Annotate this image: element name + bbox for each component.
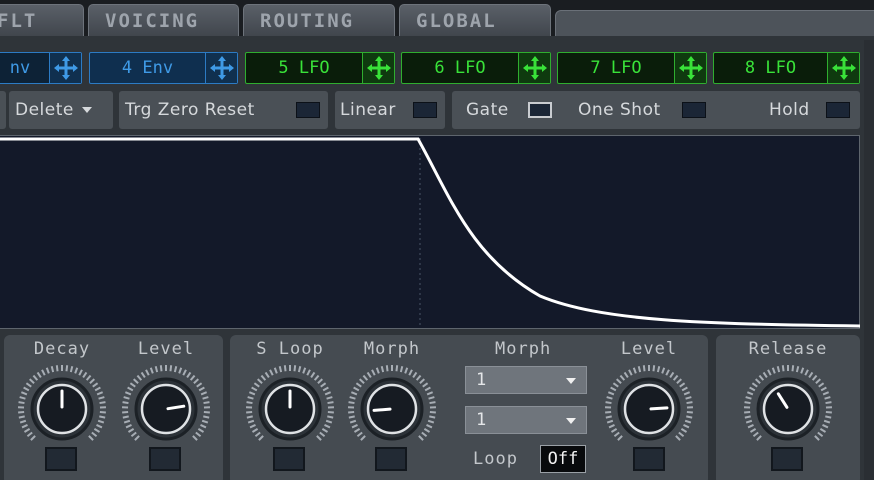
- mod-source-env-4[interactable]: 4 Env: [89, 52, 238, 84]
- release-mod-slot[interactable]: [771, 447, 803, 471]
- tab-strip: FLT VOICING ROUTING GLOBAL: [0, 0, 874, 40]
- tab-routing[interactable]: ROUTING: [243, 4, 395, 38]
- hold-checkbox[interactable]: [826, 102, 850, 118]
- knob-pointer: [649, 406, 669, 411]
- mod-source-label: 6 LFO: [434, 58, 486, 78]
- level-2-mod-slot[interactable]: [633, 447, 665, 471]
- tab-flt[interactable]: FLT: [0, 4, 84, 38]
- loop-label: Loop: [473, 449, 518, 469]
- linear-toggle[interactable]: Linear: [335, 91, 445, 129]
- envelope-curve: [0, 137, 861, 328]
- one-shot-checkbox[interactable]: [682, 102, 706, 118]
- level-mod-slot[interactable]: [149, 447, 181, 471]
- loop-toggle[interactable]: Off: [540, 445, 586, 473]
- drag-handle-icon[interactable]: [205, 53, 237, 83]
- drag-handle-icon[interactable]: [362, 53, 394, 83]
- chevron-down-icon: [566, 378, 576, 384]
- gate-checkbox[interactable]: [528, 102, 552, 118]
- level-knob[interactable]: [120, 363, 212, 455]
- morph-dropdown-1[interactable]: 1: [465, 366, 587, 394]
- linear-label: Linear: [340, 100, 396, 120]
- drag-handle-icon[interactable]: [827, 53, 859, 83]
- trg-zero-reset-toggle[interactable]: Trg Zero Reset: [119, 91, 328, 129]
- delete-label: Delete: [15, 100, 74, 120]
- morph-label: Morph: [363, 339, 421, 359]
- level-2-label: Level: [620, 339, 678, 359]
- trg-zero-reset-label: Trg Zero Reset: [125, 100, 255, 120]
- chevron-down-icon: [81, 107, 92, 113]
- drag-handle-icon[interactable]: [49, 53, 81, 83]
- envelope-line: [0, 137, 861, 328]
- s-loop-mod-slot[interactable]: [273, 447, 305, 471]
- mod-source-env-3[interactable]: nv: [0, 52, 82, 84]
- decay-section: Decay Level: [4, 335, 223, 480]
- release-label: Release: [748, 339, 828, 359]
- chevron-down-icon: [566, 418, 576, 424]
- mod-source-lfo-8[interactable]: 8 LFO: [713, 52, 860, 84]
- mod-source-lfo-5[interactable]: 5 LFO: [245, 52, 395, 84]
- mod-source-lfo-6[interactable]: 6 LFO: [401, 52, 551, 84]
- panel-edge: [864, 40, 874, 480]
- s-loop-label: S Loop: [256, 339, 324, 359]
- morph-knob[interactable]: [346, 363, 438, 455]
- decay-label: Decay: [33, 339, 91, 359]
- gate-label: Gate: [466, 100, 509, 120]
- s-loop-knob[interactable]: [244, 363, 336, 455]
- one-shot-label: One Shot: [578, 100, 661, 120]
- trigger-options: Gate One Shot Hold: [452, 91, 860, 129]
- mod-source-label: 5 LFO: [278, 58, 330, 78]
- level-2-knob[interactable]: [603, 363, 695, 455]
- mod-source-label: 8 LFO: [744, 58, 797, 78]
- mod-source-label: 4 Env: [121, 58, 174, 78]
- drag-handle-icon[interactable]: [518, 53, 550, 83]
- morph-select-label: Morph: [495, 339, 552, 359]
- delete-dropdown[interactable]: Delete: [9, 91, 113, 129]
- option-box-stub: [0, 91, 6, 129]
- level-label: Level: [137, 339, 195, 359]
- morph-mod-slot[interactable]: [375, 447, 407, 471]
- loop-value: Off: [547, 449, 579, 469]
- decay-mod-slot[interactable]: [45, 447, 77, 471]
- morph-dropdown-1-value: 1: [476, 370, 487, 390]
- envelope-graph[interactable]: [0, 135, 861, 329]
- morph-dropdown-2-value: 1: [476, 410, 487, 430]
- linear-checkbox[interactable]: [413, 102, 437, 118]
- tab-voicing[interactable]: VOICING: [88, 4, 239, 38]
- drag-handle-icon[interactable]: [674, 53, 706, 83]
- loop-section: S Loop Morph Morph 1 1 Loop Off Level: [230, 335, 708, 480]
- release-section: Release: [716, 335, 860, 480]
- release-knob[interactable]: [742, 363, 834, 455]
- decay-knob[interactable]: [16, 363, 108, 455]
- hold-label: Hold: [769, 100, 810, 120]
- mod-source-lfo-7[interactable]: 7 LFO: [557, 52, 707, 84]
- mod-source-label: nv: [9, 58, 31, 78]
- mod-source-label: 7 LFO: [590, 58, 642, 78]
- trg-zero-reset-checkbox[interactable]: [296, 102, 320, 118]
- morph-dropdown-2[interactable]: 1: [465, 406, 587, 434]
- knob-pointer: [372, 407, 392, 412]
- tab-global[interactable]: GLOBAL: [399, 4, 551, 38]
